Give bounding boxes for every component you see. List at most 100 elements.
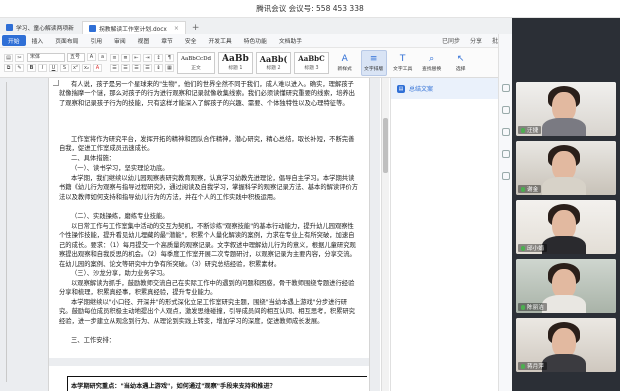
doc-subheading[interactable]: （二）、实践操练，磨练专业技能。 [59,212,359,221]
meeting-title: 腾讯会议 会议号: 558 453 338 [256,4,364,13]
numbered-list-icon[interactable]: ≣ [121,53,130,62]
doc-page2-heading[interactable]: 本学期研究重点："当幼本遇上游戏"，如何通过"观察"手段来支持和推进？ [67,376,367,391]
right-margin-area [370,78,380,391]
bullet-list-icon[interactable]: ≡ [110,53,119,62]
word-doc-icon [6,24,13,31]
panel-item-summary[interactable]: ▤ 总结文案 [391,78,498,99]
font-color-icon[interactable]: A [93,64,102,72]
text-tools-button[interactable]: T 文字工具 [390,50,416,76]
align-center-icon[interactable]: ☰ [121,63,130,72]
close-tab-icon[interactable]: × [174,25,179,32]
scrollbar-thumb[interactable] [383,118,388,173]
font-size-select[interactable]: 五号 [67,53,85,62]
align-left-icon[interactable]: ☰ [110,63,119,72]
new-tab-button[interactable]: + [188,21,204,34]
search-icon: ⌕ [429,53,435,64]
menu-doc-assistant[interactable]: 文档助手 [273,35,308,46]
participant-video-tile[interactable]: 谢金 [516,141,616,195]
menu-view[interactable]: 视图 [132,35,156,46]
decrease-indent-icon[interactable]: ⇤ [132,53,141,62]
menu-dev-tools[interactable]: 开发工具 [202,35,237,46]
doc-paragraph[interactable]: 工作室将作为研究平台，发挥开拓的精神和团队合作精神，潜心研究，精心总结，取长补短… [59,135,359,154]
word-doc-icon [88,24,96,32]
menu-insert[interactable]: 插入 [26,35,50,46]
document-tab-strip: 学习、童心解读两项新 拐教解读工作室计划.docx × + [0,18,512,34]
style-heading-1[interactable]: AaBb 标题 1 [218,51,253,74]
tab-document-2[interactable]: 拐教解读工作室计划.docx × [81,21,186,34]
find-replace-button[interactable]: ⌕ 查找替换 [419,50,445,76]
doc-heading[interactable]: 二、具体措施： [59,154,359,163]
bold-icon[interactable]: B [27,64,36,72]
menu-features[interactable]: 特色功能 [238,35,273,46]
tab-document-1[interactable]: 学习、童心解读两项新 [0,21,80,34]
doc-paragraph[interactable]: 以日常工作与工作室集中活动的交互为契机，不断诊练"观察技能"的基本行动能力，提升… [59,222,359,269]
share-button[interactable]: 分享 [470,36,482,45]
text-layout-icon: ≡ [369,53,378,64]
italic-icon[interactable]: I [38,64,47,72]
participant-video-tile[interactable]: 邱小娟 [516,200,616,254]
participant-video-tile[interactable]: 蒋月萍 [516,318,616,372]
mic-icon [521,186,525,192]
menu-bar: 开始 插入 页面布局 引用 审阅 视图 章节 安全 开发工具 特色功能 文档助手… [0,34,512,48]
menu-page-layout[interactable]: 页面布局 [49,35,84,46]
cursor-icon: ↖ [456,53,465,64]
left-margin-area [0,78,48,391]
select-button[interactable]: ↖ 选择 [448,50,474,76]
clipboard-group: ▤ ✂ ⧉ ✎ [4,53,24,72]
participant-video-tile[interactable]: 陈丽洁 [516,259,616,313]
cut-icon[interactable]: ✂ [15,53,24,62]
copy-icon[interactable]: ⧉ [4,63,13,72]
sort-icon[interactable]: ↕ [154,53,163,62]
sidebar-tool-icon[interactable] [501,172,510,180]
sidebar-tool-icon[interactable] [501,106,510,114]
right-tool-sidebar [498,34,512,391]
doc-paragraph[interactable]: 有人说，孩子是另一个星球来的"生物"，他们的世界全然不同于我们，成人难以进入。确… [59,80,359,108]
doc-paragraph[interactable]: 本学期，我们继续以幼儿园观察表研究教育观察，认真学习幼教先进理论，倡导自主学习。… [59,174,359,202]
page-break [49,358,369,366]
shrink-font-icon[interactable]: a [98,53,107,61]
shading-icon[interactable]: ▦ [165,63,174,72]
doc-paragraph[interactable]: 本学期继续以"小口径、开深井"的形式深化立足工作室研究主题，围绕"当幼本遇上游戏… [59,298,359,326]
video-participants-column: 汪捷 谢金 邱小娟 陈丽洁 蒋月萍 [512,18,620,391]
align-right-icon[interactable]: ☰ [132,63,141,72]
format-painter-icon[interactable]: ✎ [15,63,24,72]
style-heading-3[interactable]: AaBbC 标题 3 [294,51,329,74]
menu-reference[interactable]: 引用 [84,35,108,46]
sidebar-tool-icon[interactable] [501,150,510,158]
sidebar-tool-icon[interactable] [501,128,510,136]
underline-icon[interactable]: U [49,64,58,72]
font-family-select[interactable]: 宋体 [27,53,65,62]
text-layout-button[interactable]: ≡ 文字排版 [360,49,387,76]
menu-start[interactable]: 开始 [2,35,26,46]
mic-icon [521,363,525,369]
menu-security[interactable]: 安全 [179,35,203,46]
show-marks-icon[interactable]: ¶ [165,53,174,62]
subscript-icon[interactable]: x₂ [82,64,91,72]
sidebar-tool-icon[interactable] [501,84,510,92]
style-normal[interactable]: AaBbCcDd 正文 [177,51,216,74]
line-spacing-icon[interactable]: ↨ [154,63,163,72]
mic-icon [521,304,525,310]
doc-subheading[interactable]: （三）、沙龙分享，助力业务学习。 [59,269,359,278]
grow-font-icon[interactable]: A [87,53,96,61]
document-page[interactable]: 有人说，孩子是另一个星球来的"生物"，他们的世界全然不同于我们，成人难以进入。确… [48,78,370,391]
doc-heading[interactable]: 三、工作安排： [59,336,359,345]
side-panel: ▤ 总结文案 [390,78,498,391]
doc-paragraph[interactable]: 以观察解读为抓手，鼓励教师交流自己在实际工作中的遇到的问题和困惑，骨干教师围绕专… [59,279,359,298]
superscript-icon[interactable]: x² [71,64,80,72]
strikethrough-icon[interactable]: S [60,64,69,72]
participant-video-tile[interactable]: 汪捷 [516,82,616,136]
doc-subheading[interactable]: （一）、读书学习，坚实理论功底。 [59,164,359,173]
increase-indent-icon[interactable]: ⇥ [143,53,152,62]
justify-icon[interactable]: ☰ [143,63,152,72]
menu-review[interactable]: 审阅 [108,35,132,46]
new-style-button[interactable]: A 新样式 [332,50,358,76]
synced-status[interactable]: 已同步 [442,36,460,45]
paste-icon[interactable]: ▤ [4,53,13,62]
style-heading-2[interactable]: AaBb( 标题 2 [255,51,292,74]
menu-chapter[interactable]: 章节 [155,35,179,46]
mic-icon [521,127,525,133]
vertical-ruler [2,82,7,382]
ribbon-toolbar: ▤ ✂ ⧉ ✎ 宋体 五号 A a B I U S x² x₂ A ≡ ≣ ⇤ [0,48,512,78]
vertical-scrollbar[interactable] [381,78,389,391]
